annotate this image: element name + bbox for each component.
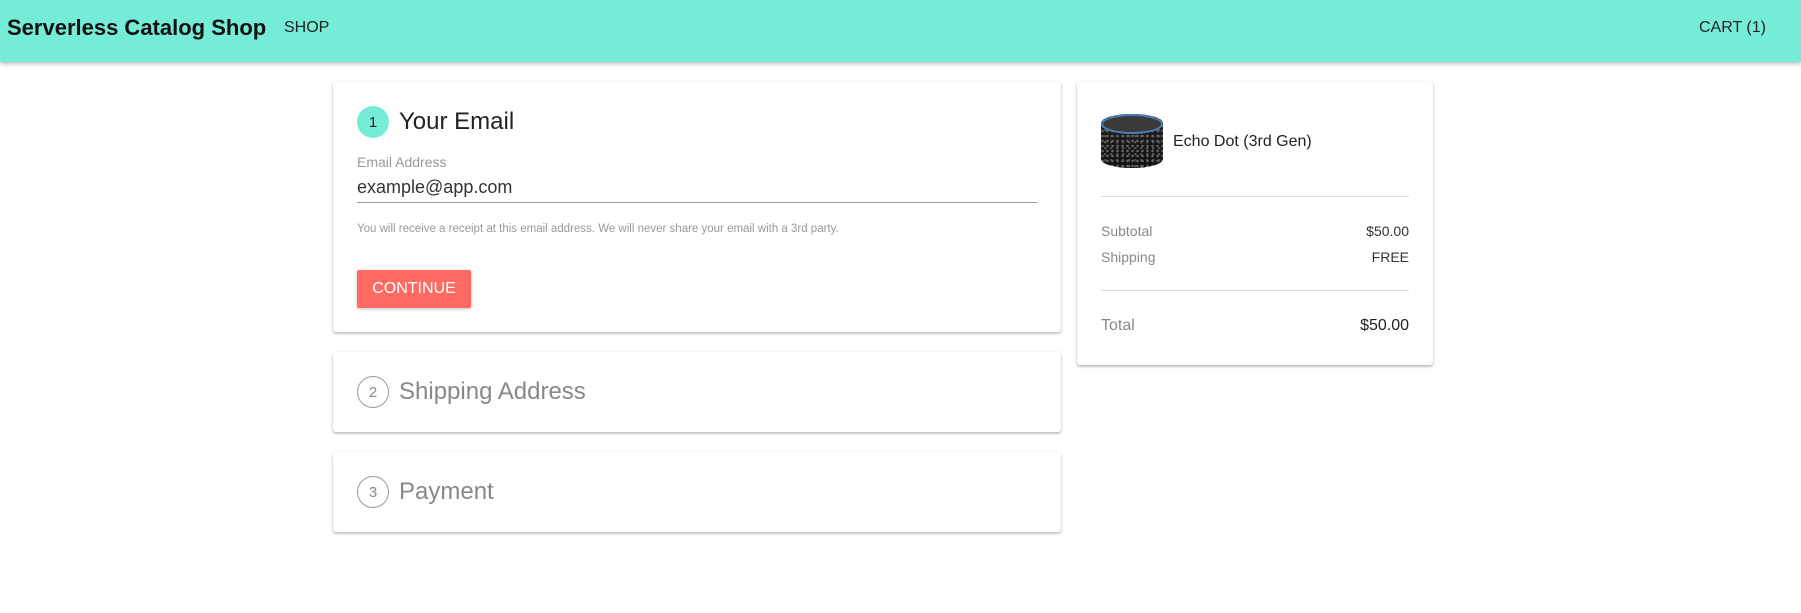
subtotal-label: Subtotal xyxy=(1101,223,1153,239)
total-value: $50.00 xyxy=(1360,317,1409,334)
continue-button[interactable]: CONTINUE xyxy=(357,270,471,308)
shipping-value: FREE xyxy=(1371,249,1409,265)
total-label: Total xyxy=(1101,317,1135,334)
email-step-header[interactable]: 1 Your Email xyxy=(357,106,514,138)
product-name: Echo Dot (3rd Gen) xyxy=(1173,133,1312,150)
brand-title[interactable]: Serverless Catalog Shop xyxy=(7,15,266,41)
payment-step-title: Payment xyxy=(399,478,494,505)
shipping-label: Shipping xyxy=(1101,249,1156,265)
summary-divider xyxy=(1101,196,1409,197)
step-number-badge: 2 xyxy=(357,376,389,408)
shipping-step-card[interactable]: 2 Shipping Address xyxy=(333,352,1061,432)
summary-divider xyxy=(1101,290,1409,291)
nav-link-shop[interactable]: SHOP xyxy=(284,19,329,37)
payment-step-card[interactable]: 3 Payment xyxy=(333,452,1061,532)
step-number-badge: 1 xyxy=(357,106,389,138)
nav-link-cart[interactable]: CART (1) xyxy=(1699,19,1766,37)
payment-step-header[interactable]: 3 Payment xyxy=(357,476,494,508)
step-number-badge: 3 xyxy=(357,476,389,508)
email-field[interactable] xyxy=(357,173,1037,203)
email-help-text: You will receive a receipt at this email… xyxy=(357,223,839,235)
top-navbar: Serverless Catalog Shop SHOP CART (1) xyxy=(0,0,1801,62)
subtotal-value: $50.00 xyxy=(1366,223,1409,239)
speaker-top-shape xyxy=(1101,114,1163,134)
echo-dot-product-image xyxy=(1101,114,1163,168)
order-summary-card: Echo Dot (3rd Gen) Subtotal $50.00 Shipp… xyxy=(1077,82,1433,365)
shipping-step-header[interactable]: 2 Shipping Address xyxy=(357,376,586,408)
email-step-title: Your Email xyxy=(399,108,515,135)
email-step-card: 1 Your Email Email Address You will rece… xyxy=(333,82,1061,332)
email-field-label: Email Address xyxy=(357,154,447,170)
shipping-step-title: Shipping Address xyxy=(399,378,586,405)
